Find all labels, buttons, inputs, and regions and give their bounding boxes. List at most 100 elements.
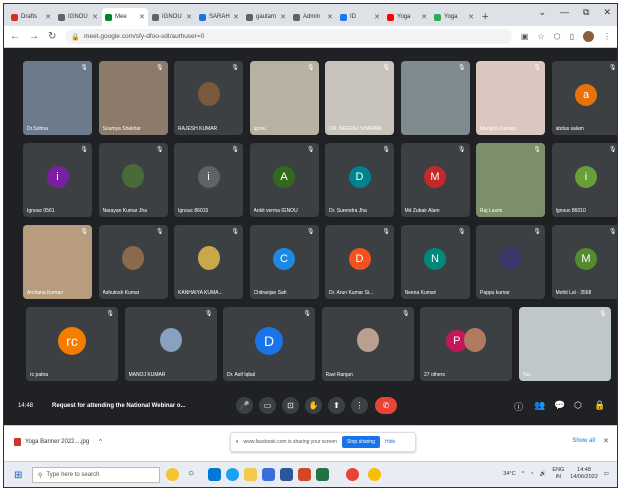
raise-hand-button[interactable]: ✋	[305, 397, 322, 414]
file-explorer-icon[interactable]	[244, 468, 257, 481]
participant-tile[interactable]: 🎙 Ashutosh Kumar	[98, 225, 168, 299]
tab-close-icon[interactable]: ✕	[374, 13, 380, 21]
tab-close-icon[interactable]: ✕	[45, 13, 51, 21]
menu-icon[interactable]: ⋮	[603, 32, 611, 41]
clock[interactable]: 14:48 14/06/2022	[570, 467, 598, 481]
participant-tile[interactable]: P 27 others	[420, 307, 512, 381]
end-call-button[interactable]: ✆	[375, 397, 397, 414]
browser-tab[interactable]: IGNOU ✕	[55, 8, 101, 26]
participant-tile[interactable]: 🎙 MANOJ KUMAR	[124, 307, 217, 381]
chat-icon[interactable]: 💬	[554, 400, 565, 411]
participant-tile[interactable]: N 🎙 Neena Kumari	[400, 225, 470, 299]
participant-tile[interactable]: D 🎙 Dr. Arun Kumar Si...	[325, 225, 394, 299]
tab-close-icon[interactable]: ✕	[327, 13, 333, 21]
task-view-icon[interactable]: ○	[188, 468, 201, 481]
show-all-link[interactable]: Show all	[572, 438, 595, 444]
maximize-button[interactable]: ⧉	[583, 7, 589, 18]
tab-close-icon[interactable]: ✕	[233, 13, 239, 21]
captions-button[interactable]: ⊡	[282, 397, 299, 414]
tab-close-icon[interactable]: ✕	[468, 13, 474, 21]
language-indicator[interactable]: ENG IN	[552, 467, 564, 481]
participant-tile[interactable]: 🎙 Ravi Ranjan	[321, 307, 414, 381]
participant-tile[interactable]: M 🎙 Mohit Lal - 3568	[551, 225, 617, 299]
weather-text[interactable]: 34°C	[503, 471, 515, 477]
bookmark-star-icon[interactable]: ☆	[537, 32, 544, 41]
store-icon[interactable]	[262, 468, 275, 481]
activities-icon[interactable]: ⬡	[574, 400, 582, 411]
people-icon[interactable]: 👥	[534, 400, 545, 411]
participant-tile[interactable]: 🎙 Ignou	[249, 61, 319, 135]
network-icon[interactable]: ◔	[530, 471, 533, 477]
windows-start-icon[interactable]: ⊞	[14, 470, 22, 481]
chrome-profile-icon[interactable]	[368, 468, 381, 481]
participant-tile[interactable]: 🎙 Raj Laxmi	[476, 143, 545, 217]
tab-search-icon[interactable]: ⌄	[538, 7, 546, 18]
tab-close-icon[interactable]: ✕	[92, 13, 98, 21]
microphone-button[interactable]: 🎤	[236, 397, 253, 414]
participant-tile[interactable]: C 🎙 Chitranjan Sah	[249, 225, 319, 299]
hide-button[interactable]: Hide	[385, 439, 395, 445]
participant-tile[interactable]: D 🎙 Dr. Asif Iqbal	[223, 307, 315, 381]
participant-tile[interactable]: 🎙	[400, 61, 470, 135]
sidebar-icon[interactable]: ▯	[570, 32, 574, 41]
taskbar-search-box[interactable]: ⚲ Type here to search	[32, 467, 160, 483]
participant-tile[interactable]: 🎙 RAJESH KUMAR	[174, 61, 243, 135]
participant-tile[interactable]: 🎙 KANHAIYA KUMA...	[174, 225, 243, 299]
participant-tile[interactable]: 🎙 Narayan Kumar Jha	[98, 143, 168, 217]
browser-tab[interactable]: Yoga ✕	[431, 8, 477, 26]
host-controls-icon[interactable]: 🔒	[594, 400, 605, 411]
chrome-icon[interactable]	[346, 468, 359, 481]
powerpoint-icon[interactable]	[298, 468, 311, 481]
participant-tile[interactable]: 🎙 Dr.Sohna	[23, 61, 92, 135]
task-view-button-icon[interactable]	[208, 468, 221, 481]
forward-icon[interactable]: →	[29, 31, 39, 42]
participant-tile[interactable]: M 🎙 Md Zubair Alam	[400, 143, 470, 217]
download-item[interactable]: Yoga Banner 2022....jpg ^	[14, 438, 102, 446]
participant-tile[interactable]: 🎙 Munisha Kumari	[476, 61, 545, 135]
participant-tile[interactable]: i 🎙 Ignouc 86010	[551, 143, 617, 217]
participant-tile[interactable]: rc 🎙 rc patna	[26, 307, 118, 381]
reload-icon[interactable]: ↻	[48, 31, 56, 42]
browser-tab[interactable]: IGNOU ✕	[149, 8, 195, 26]
browser-tab[interactable]: gautam ✕	[243, 8, 289, 26]
browser-tab[interactable]: Drafts ✕	[8, 8, 54, 26]
cortana-icon[interactable]	[166, 468, 179, 481]
participant-tile[interactable]: A 🎙 Ankit verma IGNOU	[249, 143, 319, 217]
back-icon[interactable]: ←	[10, 31, 20, 42]
participant-tile[interactable]: 🎙 Soumya Shekhar	[98, 61, 168, 135]
browser-tab[interactable]: Admin ✕	[290, 8, 336, 26]
notifications-icon[interactable]: ▭	[604, 471, 609, 477]
camera-button[interactable]: ▭	[259, 397, 276, 414]
extensions-icon[interactable]: ⬡	[554, 32, 561, 41]
word-icon[interactable]	[280, 468, 293, 481]
browser-tab[interactable]: SARAH ✕	[196, 8, 242, 26]
tab-close-icon[interactable]: ✕	[139, 13, 145, 21]
volume-icon[interactable]: 🔊	[539, 471, 546, 477]
edge-icon[interactable]	[226, 468, 239, 481]
browser-tab[interactable]: Mee ✕	[102, 8, 148, 26]
participant-tile[interactable]: i 🎙 Ignouc 86015	[174, 143, 243, 217]
tab-close-icon[interactable]: ✕	[186, 13, 192, 21]
participant-tile[interactable]: 🎙 Pappu kumar	[476, 225, 545, 299]
new-tab-button[interactable]: +	[482, 8, 488, 26]
browser-tab[interactable]: Yoga ✕	[384, 8, 430, 26]
excel-icon[interactable]	[316, 468, 329, 481]
close-window-button[interactable]: ✕	[603, 7, 611, 18]
info-icon[interactable]: ⓘ	[514, 400, 523, 413]
camera-status-icon[interactable]: ▣	[521, 32, 529, 41]
tab-close-icon[interactable]: ✕	[280, 13, 286, 21]
chevron-up-icon[interactable]: ^	[99, 439, 102, 445]
participant-tile[interactable]: 🎙 DR. NEERAJ SHARMA	[325, 61, 394, 135]
participant-tile[interactable]: D 🎙 Dr. Surendra Jha	[325, 143, 394, 217]
browser-tab[interactable]: ID ✕	[337, 8, 383, 26]
participant-tile[interactable]: 🎙 Archana Kumari	[23, 225, 92, 299]
url-field[interactable]: 🔒 meet.google.com/sfy-dfoo-sdt/authuser=…	[65, 29, 512, 44]
participant-tile[interactable]: a 🎙 abdus salam	[551, 61, 617, 135]
participant-tile[interactable]: 🎙 You	[518, 307, 611, 381]
minimize-button[interactable]: —	[560, 7, 569, 18]
chevron-up-icon[interactable]: ^	[522, 471, 525, 477]
participant-tile[interactable]: i 🎙 Ignouc 0561	[23, 143, 92, 217]
stop-sharing-button[interactable]: Stop sharing	[341, 436, 380, 448]
present-button[interactable]: ⬆	[328, 397, 345, 414]
close-icon[interactable]: ✕	[603, 437, 609, 445]
